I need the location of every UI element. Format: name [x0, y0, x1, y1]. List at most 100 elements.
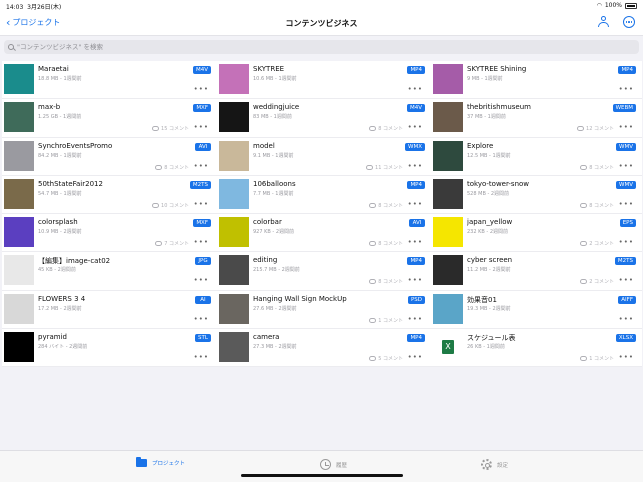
file-thumbnail	[4, 217, 34, 247]
comment-icon	[152, 126, 160, 132]
comment-count: 10 コメント	[152, 202, 189, 209]
comment-count: 7 コメント	[155, 240, 189, 247]
file-thumbnail	[219, 178, 249, 209]
more-options-button[interactable]: •••	[194, 238, 209, 246]
file-thumbnail	[4, 178, 34, 209]
file-item[interactable]: Explore 12.5 MB - 1週間前 WMV 8 コメント •••	[431, 138, 642, 176]
more-options-button[interactable]: •••	[408, 200, 423, 208]
more-options-button[interactable]: •••	[194, 200, 209, 208]
file-meta: 27.3 MB - 2週間前	[253, 343, 297, 350]
status-bar: 14:03 3月26日(木) ◠ 100%	[0, 0, 643, 12]
more-options-button[interactable]: •••	[194, 276, 209, 284]
file-item[interactable]: 50thStateFair2012 54.7 MB - 1週間前 M2TS 10 コメ…	[2, 176, 217, 214]
tab-settings[interactable]: 設定	[481, 459, 508, 470]
tab-projects[interactable]: プロジェクト	[136, 457, 185, 467]
battery-icon	[625, 2, 637, 9]
more-options-button[interactable]: •••	[194, 85, 209, 93]
file-item[interactable]: tokyo-tower-snow 528 MB - 2週間前 WMV 8 コメント ••…	[431, 176, 642, 214]
tab-history[interactable]: 履歴	[320, 459, 347, 470]
file-name: Explore	[467, 141, 494, 150]
comment-icon	[580, 279, 588, 285]
file-item[interactable]: thebritishmuseum 37 MB - 1週間前 WEBM 12 コメント •…	[431, 99, 642, 138]
file-meta: 83 MB - 1週間前	[253, 114, 292, 121]
more-options-button[interactable]: •••	[408, 162, 423, 170]
more-options-button[interactable]: •••	[619, 353, 634, 361]
file-meta: 215.7 MB - 2週間前	[253, 267, 300, 274]
file-item[interactable]: camera 27.3 MB - 2週間前 MP4 5 コメント •••	[217, 329, 431, 367]
more-options-button[interactable]: •••	[408, 238, 423, 246]
file-thumbnail	[433, 178, 463, 209]
file-item[interactable]: FLOWERS 3 4 17.2 MB - 2週間前 AI •••	[2, 291, 217, 329]
file-item[interactable]: SKYTREE Shining 9 MB - 1週間前 MP4 •••	[431, 61, 642, 100]
file-item[interactable]: model 9.1 MB - 1週間前 WMX 11 コメント •••	[217, 138, 431, 176]
file-type-badge: MP4	[407, 257, 425, 266]
more-options-button[interactable]: •••	[619, 200, 634, 208]
folder-icon	[136, 457, 147, 467]
more-options-button[interactable]: •••	[619, 162, 634, 170]
file-item[interactable]: max-b 1.25 GB - 1週間前 MXF 15 コメント •••	[2, 99, 217, 138]
more-options-button[interactable]: •••	[408, 85, 423, 93]
file-item[interactable]: weddingjuice 83 MB - 1週間前 M4V 8 コメント •••	[217, 99, 431, 138]
more-options-button[interactable]: •••	[619, 85, 634, 93]
comment-count: 2 コメント	[580, 240, 614, 247]
file-meta: 12.5 MB - 1週間前	[467, 152, 511, 159]
file-name: cyber screen	[467, 256, 513, 265]
file-thumbnail	[433, 293, 463, 324]
file-item[interactable]: japan_yellow 232 KB - 2週間前 EPS 2 コメント •••	[431, 214, 642, 253]
comment-count-text: 8 コメント	[378, 241, 403, 247]
file-item[interactable]: Maraetai 18.8 MB - 1週間前 M4V •••	[2, 61, 217, 100]
file-name: colorsplash	[38, 218, 78, 226]
tab-settings-label: 設定	[497, 462, 509, 469]
file-thumbnail	[4, 140, 34, 171]
file-thumbnail	[4, 102, 34, 133]
file-item[interactable]: SynchroEventsPromo 84.2 MB - 1週間前 AVI 8 コメン…	[2, 138, 217, 176]
file-item[interactable]: 効果音01 19.3 MB - 2週間前 AIFF •••	[431, 291, 642, 329]
comment-count: 8 コメント	[369, 125, 403, 132]
more-options-button[interactable]: •••	[619, 123, 634, 131]
file-type-badge: MXF	[193, 104, 211, 113]
file-item[interactable]: SKYTREE 10.6 MB - 1週間前 MP4 •••	[217, 61, 431, 100]
more-options-button[interactable]: •••	[408, 353, 423, 361]
file-item[interactable]: 106balloons 7.7 MB - 1週間前 MP4 8 コメント •••	[217, 176, 431, 214]
file-type-badge: MP4	[618, 66, 636, 74]
file-name: FLOWERS 3 4	[38, 294, 86, 303]
more-options-button[interactable]: •••	[619, 315, 634, 323]
file-type-badge: MXF	[193, 219, 211, 227]
file-type-badge: PSD	[407, 295, 425, 304]
file-item[interactable]: colorsplash 10.9 MB - 2週間前 MXF 7 コメント •••	[2, 214, 217, 253]
file-type-badge: MP4	[407, 180, 425, 189]
file-meta: 9.1 MB - 1週間前	[253, 152, 294, 159]
file-item[interactable]: pyramid 284 バイト - 2週間前 STL •••	[2, 329, 217, 367]
comment-count: 8 コメント	[369, 202, 403, 209]
more-options-button[interactable]: •••	[194, 353, 209, 361]
more-options-button[interactable]: •••	[408, 276, 423, 284]
comment-icon	[580, 164, 588, 170]
more-options-button[interactable]: •••	[194, 315, 209, 323]
more-options-button[interactable]: •••	[408, 315, 423, 323]
more-icon[interactable]	[623, 16, 635, 28]
file-item[interactable]: colorbar 927 KB - 2週間前 AVI 8 コメント •••	[217, 214, 431, 253]
more-options-button[interactable]: •••	[619, 238, 634, 246]
comment-count-text: 2 コメント	[589, 241, 614, 247]
file-name: Hanging Wall Sign MockUp	[253, 294, 347, 303]
file-item[interactable]: cyber screen 11.2 MB - 2週間前 M2TS 2 コメント •••	[431, 252, 642, 291]
comment-count: 8 コメント	[369, 240, 403, 247]
file-item[interactable]: Hanging Wall Sign MockUp 27.6 MB - 2週間前 PS…	[217, 291, 431, 329]
more-options-button[interactable]: •••	[194, 123, 209, 131]
more-options-button[interactable]: •••	[408, 123, 423, 131]
file-type-badge: EPS	[619, 219, 636, 227]
file-type-badge: M2TS	[614, 257, 636, 266]
comment-count: 8 コメント	[580, 202, 614, 209]
more-options-button[interactable]: •••	[194, 162, 209, 170]
comment-count-text: 10 コメント	[161, 202, 189, 209]
file-meta: 37 MB - 1週間前	[467, 114, 506, 121]
file-item[interactable]: 【編集】image-cat02 45 KB - 2週間前 JPG •••	[2, 252, 217, 291]
file-thumbnail	[219, 102, 249, 133]
more-options-button[interactable]: •••	[619, 276, 634, 284]
file-item[interactable]: editing 215.7 MB - 2週間前 MP4 8 コメント •••	[217, 252, 431, 291]
person-icon[interactable]	[598, 16, 609, 28]
file-item[interactable]: X スケジュール表 26 KB - 1週間前 XLSX 1 コメント •••	[431, 329, 642, 367]
file-grid: Maraetai 18.8 MB - 1週間前 M4V ••• SKYTREE 10.6 …	[2, 61, 642, 367]
file-type-badge: WEBM	[612, 104, 636, 113]
search-input[interactable]	[17, 43, 317, 51]
